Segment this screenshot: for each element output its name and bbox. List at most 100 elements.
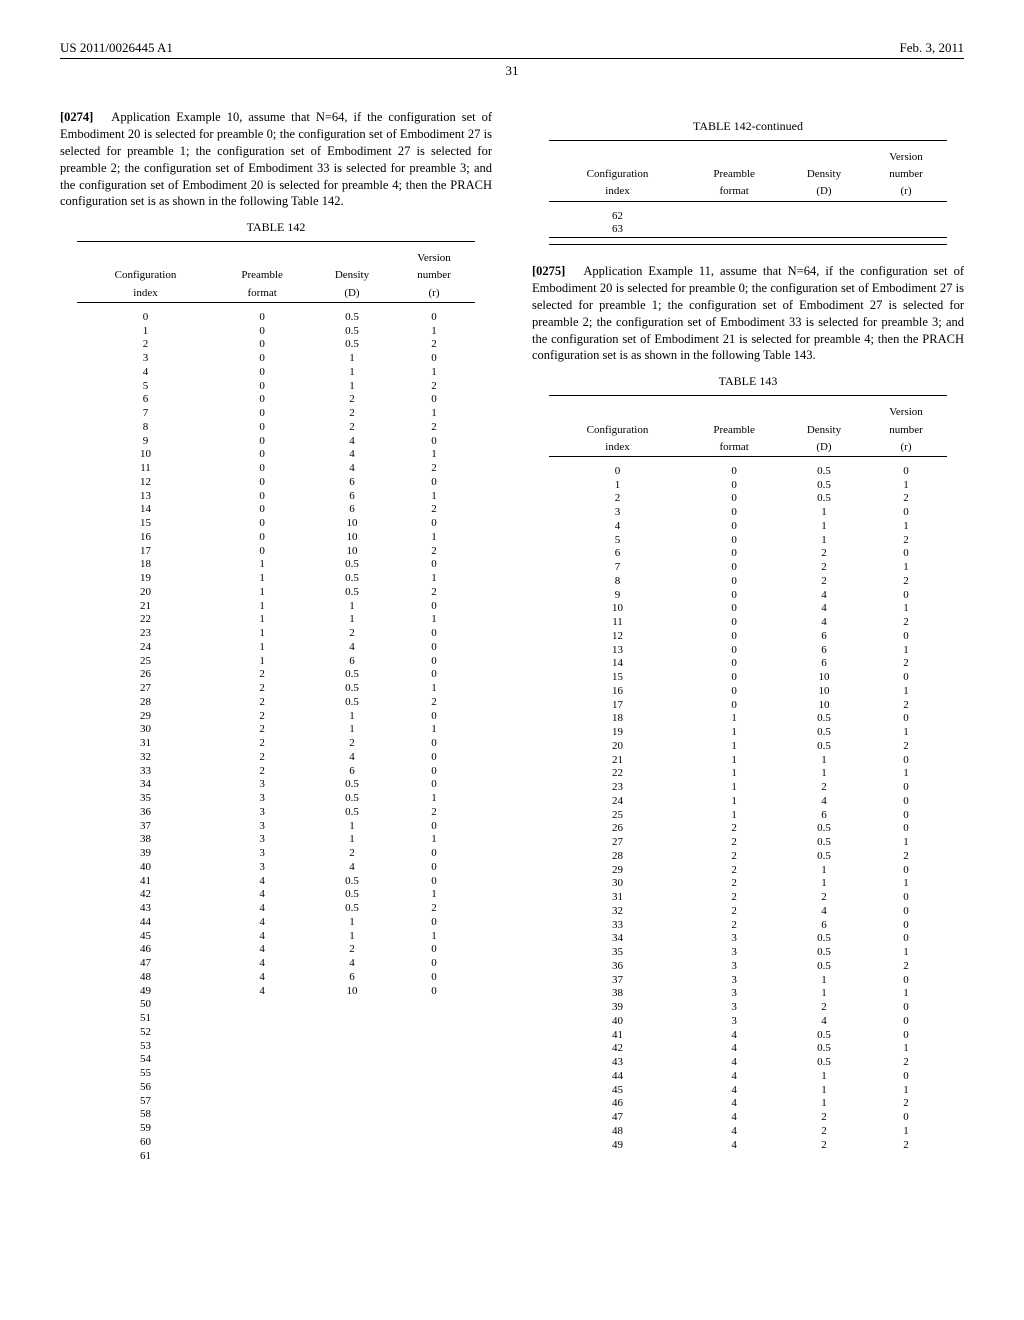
col3-header-b: (D): [783, 183, 866, 201]
table-cell: 12: [77, 476, 213, 490]
table-cell: 5: [77, 380, 213, 394]
table-cell: 4: [549, 520, 685, 534]
table-row: 53: [77, 1040, 474, 1054]
table-cell: 9: [77, 435, 213, 449]
col4-header-a: Version: [393, 250, 474, 267]
table-cell: 0.5: [311, 875, 394, 889]
para-text: Application Example 11, assume that N=64…: [532, 264, 964, 362]
table-cell: 1: [393, 888, 474, 902]
table-cell: 0: [865, 506, 946, 520]
table-cell: 61: [77, 1150, 213, 1164]
table-cell: 4: [686, 1139, 783, 1153]
table-cell: 13: [549, 644, 685, 658]
table-cell: 0: [865, 974, 946, 988]
table-row: 2820.52: [549, 850, 946, 864]
table-cell: 33: [549, 919, 685, 933]
table-cell: 4: [214, 957, 311, 971]
table-cell: 6: [77, 393, 213, 407]
table-cell: 4: [214, 875, 311, 889]
table-cell: 1: [865, 1042, 946, 1056]
table-cell: 0: [393, 943, 474, 957]
table-cell: [214, 1136, 311, 1150]
table-cell: 0: [865, 795, 946, 809]
table-row: 12060: [549, 630, 946, 644]
table-cell: 4: [686, 1029, 783, 1043]
table-cell: 1: [686, 740, 783, 754]
table-cell: 0: [393, 778, 474, 792]
table-row: 47420: [549, 1111, 946, 1125]
table-row: 30211: [77, 723, 474, 737]
table-row: 170102: [549, 699, 946, 713]
table-cell: 2: [311, 943, 394, 957]
table-cell: 4: [311, 641, 394, 655]
table-row: 9040: [549, 589, 946, 603]
table-cell: 35: [77, 792, 213, 806]
table-cell: 0: [214, 435, 311, 449]
table-cell: 17: [77, 545, 213, 559]
table-cell: 55: [77, 1067, 213, 1081]
table-row: 46420: [77, 943, 474, 957]
table-row: 62: [549, 210, 946, 224]
table-cell: 2: [783, 547, 866, 561]
table-cell: 0: [393, 600, 474, 614]
table-row: 4140.50: [549, 1029, 946, 1043]
table-cell: 1: [393, 325, 474, 339]
table-cell: 4: [783, 1015, 866, 1029]
table-cell: 0: [393, 710, 474, 724]
table-cell: 1: [393, 407, 474, 421]
table-cell: [686, 210, 783, 224]
table-cell: 1: [393, 833, 474, 847]
col4-header-b: number: [865, 422, 946, 439]
table-cell: [311, 998, 394, 1012]
col4-header-b: number: [393, 267, 474, 284]
table-cell: 0.5: [783, 1042, 866, 1056]
table-cell: 1: [865, 836, 946, 850]
table-cell: 10: [311, 517, 394, 531]
table-cell: 0: [865, 630, 946, 644]
table-cell: 0: [686, 575, 783, 589]
col2-header-a: Preamble: [686, 166, 783, 183]
table-cell: 2: [783, 575, 866, 589]
table-cell: 0: [393, 627, 474, 641]
table-row: 23120: [77, 627, 474, 641]
table-cell: 42: [77, 888, 213, 902]
table-cell: 1: [311, 833, 394, 847]
table-cell: 1: [783, 1097, 866, 1111]
table-row: 8022: [77, 421, 474, 435]
table-cell: 2: [865, 1139, 946, 1153]
table-cell: 1: [686, 795, 783, 809]
table-row: 150100: [549, 671, 946, 685]
table-cell: 0.5: [311, 338, 394, 352]
table-cell: 4: [783, 616, 866, 630]
table-row: 12060: [77, 476, 474, 490]
table-143: Version Configuration Preamble Density n…: [549, 395, 946, 1152]
col4-header-b: number: [865, 166, 946, 183]
table-cell: 1: [783, 754, 866, 768]
table-cell: 0: [865, 781, 946, 795]
table-cell: 0: [393, 641, 474, 655]
table-cell: 2: [865, 575, 946, 589]
table-cell: 30: [77, 723, 213, 737]
table-row: 37310: [77, 820, 474, 834]
table-row: 4011: [549, 520, 946, 534]
table-row: 8022: [549, 575, 946, 589]
table-cell: 0.5: [311, 586, 394, 600]
table-cell: [783, 210, 866, 224]
table-cell: 1: [865, 561, 946, 575]
table-row: 7021: [77, 407, 474, 421]
table-cell: 51: [77, 1012, 213, 1026]
table-cell: 0: [686, 479, 783, 493]
table-cell: 45: [549, 1084, 685, 1098]
table-cell: 1: [214, 558, 311, 572]
table-cell: 62: [549, 210, 685, 224]
table-row: 4011: [77, 366, 474, 380]
table-row: 2820.52: [77, 696, 474, 710]
table-cell: 0: [214, 490, 311, 504]
table-cell: 0: [393, 352, 474, 366]
table-cell: 2: [783, 561, 866, 575]
table-cell: 3: [686, 1015, 783, 1029]
table-cell: 3: [686, 960, 783, 974]
table-row: 2620.50: [549, 822, 946, 836]
table-cell: 32: [77, 751, 213, 765]
table-cell: 2: [865, 740, 946, 754]
